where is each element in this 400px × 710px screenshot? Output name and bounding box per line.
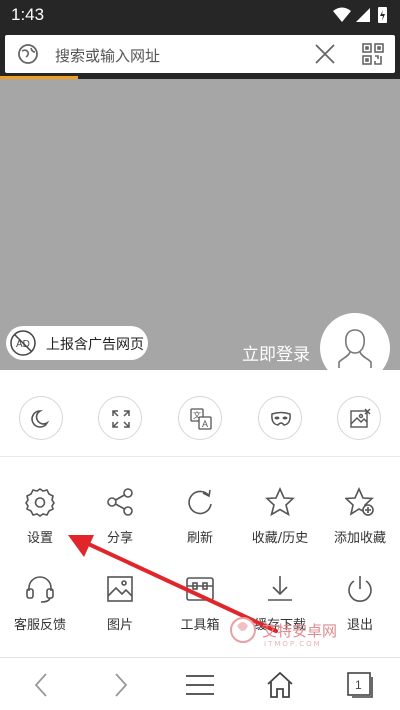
headset-icon xyxy=(26,576,54,603)
wifi-icon xyxy=(333,7,351,22)
address-bar[interactable]: 搜索或输入网址 xyxy=(5,35,395,73)
forward-icon[interactable] xyxy=(106,670,136,700)
system-icons xyxy=(332,6,392,28)
tabs-icon[interactable]: 1 xyxy=(345,670,375,700)
login-link[interactable]: 立即登录 xyxy=(242,340,310,365)
svg-text:A: A xyxy=(202,419,208,429)
star-add-icon xyxy=(345,487,374,516)
signal-icon xyxy=(356,8,370,22)
status-time: 1:43 xyxy=(11,5,45,24)
refresh-icon xyxy=(188,489,212,515)
no-ad-icon: AD xyxy=(9,329,37,361)
mask-icon xyxy=(271,411,291,426)
add-bookmark-menu-item[interactable]: 添加收藏 xyxy=(320,487,400,551)
report-ad-button[interactable]: AD 上报含广告网页 xyxy=(6,326,148,360)
no-image-button[interactable] xyxy=(337,396,381,440)
clear-icon[interactable] xyxy=(313,42,337,70)
share-icon xyxy=(107,488,133,516)
night-mode-button[interactable] xyxy=(19,396,63,440)
qr-scan-icon[interactable] xyxy=(361,42,385,70)
watermark: 艾特安卓网 ITMOP.COM xyxy=(228,614,337,650)
quick-toggle-row: 文 A xyxy=(0,396,400,440)
report-ad-label: 上报含广告网页 xyxy=(46,337,144,353)
search-input[interactable]: 搜索或输入网址 xyxy=(55,45,160,66)
fullscreen-icon xyxy=(112,410,130,428)
no-image-icon xyxy=(350,408,371,428)
incognito-button[interactable] xyxy=(258,396,302,440)
home-icon[interactable] xyxy=(265,670,295,700)
tabs-count: 1 xyxy=(355,678,362,692)
translate-icon: 文 A xyxy=(190,408,212,430)
watermark-subtext: ITMOP.COM xyxy=(264,640,322,648)
watermark-text: 艾特安卓网 xyxy=(262,622,338,640)
back-icon[interactable] xyxy=(26,670,56,700)
translate-button[interactable]: 文 A xyxy=(178,396,222,440)
moon-icon xyxy=(31,410,50,428)
add-bookmark-label: 添加收藏 xyxy=(333,531,386,546)
user-icon xyxy=(338,329,372,368)
bottom-nav: 1 xyxy=(0,658,400,710)
menu-divider xyxy=(0,456,400,457)
watermark-logo xyxy=(230,617,256,643)
power-icon xyxy=(348,576,372,602)
gear-icon xyxy=(25,488,55,517)
status-bar: 1:43 xyxy=(0,0,400,30)
star-icon xyxy=(265,487,295,517)
globe-icon[interactable] xyxy=(17,43,39,69)
fullscreen-button[interactable] xyxy=(98,396,142,440)
address-bar-container: 搜索或输入网址 xyxy=(0,30,400,80)
menu-icon[interactable] xyxy=(185,670,215,700)
